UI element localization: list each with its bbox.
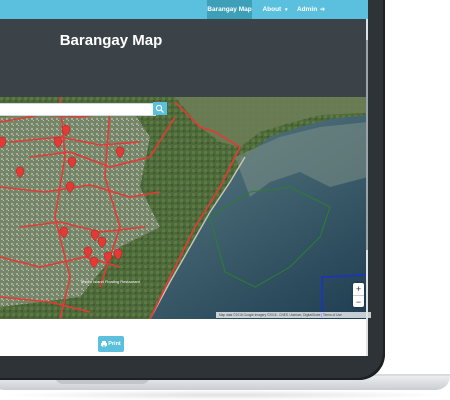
map-search-button[interactable] (153, 102, 167, 115)
zoom-in-button[interactable]: + (353, 283, 364, 296)
print-button[interactable]: Print (98, 336, 124, 352)
map-view[interactable]: Tesoro Island Floating Restaurant (0, 97, 368, 319)
laptop-shadow (0, 390, 450, 400)
chevron-down-icon: ▾ (285, 7, 288, 13)
nav-item-label: About (262, 6, 282, 13)
nav-item-label: Barangay Map (207, 6, 252, 13)
nav-item-admin[interactable]: Admin ➜ (294, 0, 328, 19)
page-scrollbar-thumb[interactable] (366, 40, 368, 250)
top-navbar: Barangay Map About ▾ Admin ➜ (0, 0, 368, 19)
print-icon (101, 340, 108, 347)
page-header (0, 19, 368, 97)
map-place-label: Tesoro Island Floating Restaurant (80, 279, 141, 284)
map-canvas[interactable]: Tesoro Island Floating Restaurant (0, 97, 368, 319)
nav-item-barangay-map[interactable]: Barangay Map (207, 0, 252, 19)
map-attribution: Map data ©2016 Google Imagery ©2016 , CN… (216, 312, 371, 318)
sign-in-icon: ➜ (320, 7, 326, 13)
map-search-input[interactable] (0, 103, 156, 116)
zoom-out-button[interactable]: − (353, 296, 364, 308)
page-title: Barangay Map (59, 32, 163, 49)
nav-item-label: Admin (296, 6, 318, 13)
nav-item-about[interactable]: About ▾ (256, 0, 294, 19)
page-footer (0, 319, 368, 356)
map-zoom-control: + − (353, 283, 364, 307)
search-icon (155, 104, 164, 113)
print-label: Print (108, 341, 121, 347)
